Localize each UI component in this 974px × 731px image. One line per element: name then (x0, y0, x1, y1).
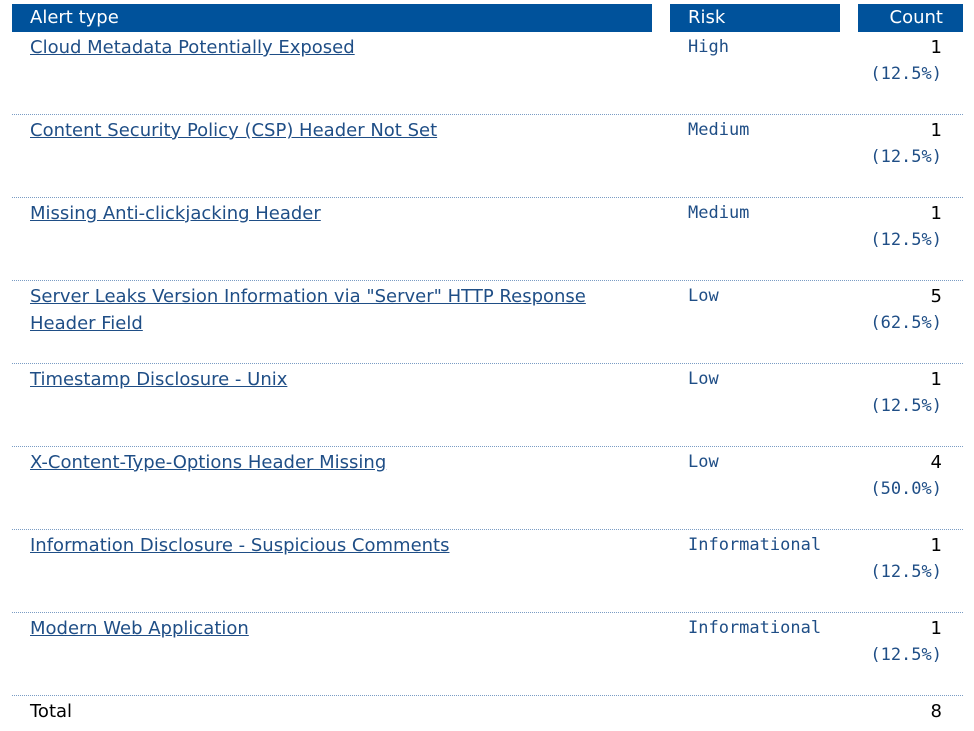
alert-percent: (12.5%) (870, 230, 942, 250)
risk-level: Low (688, 369, 719, 389)
risk-level: Medium (688, 120, 750, 140)
alert-count: 1 (930, 203, 942, 224)
alert-count: 1 (930, 535, 942, 556)
alert-link[interactable]: Modern Web Application (30, 615, 630, 642)
alert-count: 1 (930, 369, 942, 390)
alert-link[interactable]: Cloud Metadata Potentially Exposed (30, 34, 630, 61)
alert-count: 1 (930, 37, 942, 58)
total-count: 8 (930, 701, 942, 722)
header-count[interactable]: Count (858, 4, 963, 32)
table-row: Server Leaks Version Information via "Se… (12, 281, 963, 364)
risk-level: Low (688, 286, 719, 306)
risk-level: Informational (688, 535, 822, 555)
alert-count: 1 (930, 120, 942, 141)
table-row: Timestamp Disclosure - Unix Low 1 (12.5%… (12, 364, 963, 447)
header-alert-type[interactable]: Alert type (12, 4, 652, 32)
alert-percent: (12.5%) (870, 64, 942, 84)
alert-percent: (62.5%) (870, 313, 942, 333)
table-row: Information Disclosure - Suspicious Comm… (12, 530, 963, 613)
table-row: Cloud Metadata Potentially Exposed High … (12, 32, 963, 115)
alert-link[interactable]: Missing Anti-clickjacking Header (30, 200, 630, 227)
table-row: Modern Web Application Informational 1 (… (12, 613, 963, 696)
alert-percent: (50.0%) (870, 479, 942, 499)
alert-percent: (12.5%) (870, 396, 942, 416)
alert-link[interactable]: Server Leaks Version Information via "Se… (30, 283, 630, 337)
alert-count: 1 (930, 618, 942, 639)
risk-level: Informational (688, 618, 822, 638)
table-header: Alert type Risk Count (12, 4, 963, 32)
alert-link[interactable]: Information Disclosure - Suspicious Comm… (30, 532, 630, 559)
alert-percent: (12.5%) (870, 645, 942, 665)
total-label: Total (30, 701, 73, 722)
total-row: Total 8 (12, 696, 963, 728)
header-risk[interactable]: Risk (670, 4, 840, 32)
risk-level: Medium (688, 203, 750, 223)
alert-link[interactable]: Content Security Policy (CSP) Header Not… (30, 117, 630, 144)
risk-level: Low (688, 452, 719, 472)
alert-link[interactable]: Timestamp Disclosure - Unix (30, 366, 630, 393)
risk-level: High (688, 37, 729, 57)
table-row: X-Content-Type-Options Header Missing Lo… (12, 447, 963, 530)
alert-percent: (12.5%) (870, 147, 942, 167)
alert-percent: (12.5%) (870, 562, 942, 582)
alert-count: 4 (930, 452, 942, 473)
table-row: Content Security Policy (CSP) Header Not… (12, 115, 963, 198)
table-row: Missing Anti-clickjacking Header Medium … (12, 198, 963, 281)
alert-summary-table: Alert type Risk Count Cloud Metadata Pot… (12, 4, 963, 728)
alert-count: 5 (930, 286, 942, 307)
alert-link[interactable]: X-Content-Type-Options Header Missing (30, 449, 630, 476)
